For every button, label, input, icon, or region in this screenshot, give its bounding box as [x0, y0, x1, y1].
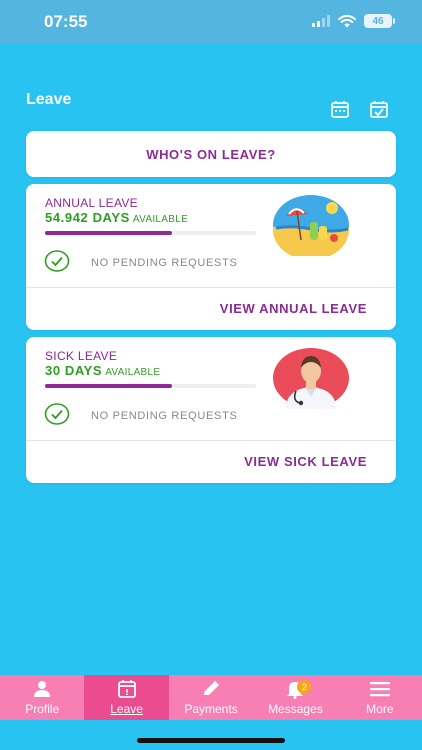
tab-label: Profile — [25, 702, 60, 716]
pending-requests-text: NO PENDING REQUESTS — [91, 257, 238, 269]
tab-messages[interactable]: 2 Messages — [253, 675, 337, 720]
tab-payments[interactable]: Payments — [169, 675, 253, 720]
tab-label: More — [366, 702, 394, 716]
view-annual-leave-link[interactable]: VIEW ANNUAL LEAVE — [220, 301, 367, 316]
tab-label: Leave — [110, 702, 143, 716]
beach-illustration — [273, 195, 349, 256]
pencil-icon — [204, 681, 220, 695]
tab-leave[interactable]: ! Leave — [84, 675, 169, 720]
doctor-illustration — [273, 348, 349, 409]
calendar-icon[interactable] — [330, 99, 350, 119]
leave-progress-bar — [45, 231, 256, 235]
leave-type-label: ANNUAL LEAVE — [45, 196, 138, 210]
status-icons: 46 — [312, 14, 395, 28]
leave-type-label: SICK LEAVE — [45, 349, 118, 363]
card-divider — [26, 440, 396, 441]
check-circle-icon — [44, 250, 70, 272]
tab-label: Messages — [268, 702, 323, 716]
whos-on-leave-button[interactable]: WHO'S ON LEAVE? — [26, 131, 396, 177]
tab-profile[interactable]: Profile — [0, 675, 84, 720]
battery-indicator: 46 — [364, 14, 395, 28]
leave-days-available: 54.942 DAYS AVAILABLE — [45, 210, 189, 225]
page-title: Leave — [26, 91, 72, 108]
status-bar: 07:55 46 — [0, 0, 422, 44]
leave-progress-bar — [45, 384, 256, 388]
sick-leave-card: SICK LEAVE 30 DAYS AVAILABLE NO PENDING R… — [26, 337, 396, 483]
bottom-tab-bar: Profile ! Leave Payments 2 Messages More — [0, 675, 422, 720]
person-icon — [34, 681, 51, 697]
signal-icon — [312, 15, 330, 27]
status-time: 07:55 — [44, 12, 88, 31]
view-sick-leave-link[interactable]: VIEW SICK LEAVE — [244, 454, 367, 469]
tab-more[interactable]: More — [338, 675, 422, 720]
annual-leave-card: ANNUAL LEAVE 54.942 DAYS AVAILABLE NO PEN… — [26, 184, 396, 330]
wifi-icon — [338, 14, 356, 27]
card-divider — [26, 287, 396, 288]
tab-label: Payments — [184, 702, 238, 716]
calendar-check-icon[interactable] — [369, 99, 389, 119]
calendar-icon: ! — [117, 680, 136, 698]
whos-on-leave-label: WHO'S ON LEAVE? — [146, 146, 276, 162]
home-indicator — [137, 738, 285, 743]
menu-icon — [369, 682, 390, 697]
notification-badge: 2 — [297, 680, 312, 694]
leave-days-available: 30 DAYS AVAILABLE — [45, 363, 161, 378]
pending-requests-text: NO PENDING REQUESTS — [91, 410, 238, 422]
home-strip — [0, 720, 422, 750]
check-circle-icon — [44, 403, 70, 425]
svg-text:!: ! — [125, 688, 129, 697]
